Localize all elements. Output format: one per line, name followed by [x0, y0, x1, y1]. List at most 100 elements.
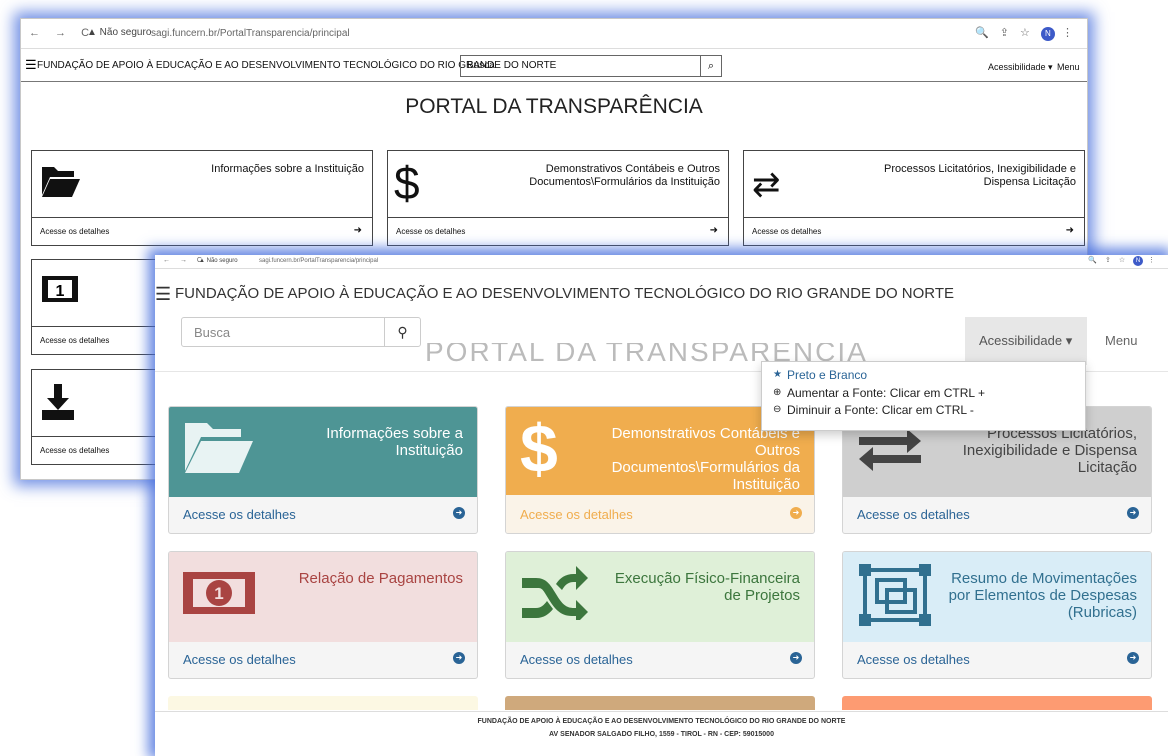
menu-item-label: Preto e Branco	[787, 368, 868, 382]
accessibility-dropdown[interactable]: Acessibilidade ▾	[988, 62, 1053, 73]
menu-item-diminuir-fonte[interactable]: ⊖ Diminuir a Fonte: Clicar em CTRL -	[773, 402, 974, 418]
random-shuffle-icon	[520, 566, 588, 625]
card-title: Demonstrativos Contábeis e Outros Docume…	[611, 425, 800, 493]
page-title: PORTAL DA TRANSPARÊNCIA	[405, 95, 703, 118]
details-link[interactable]: Acesse os detalhes	[857, 652, 970, 667]
menu-link[interactable]: Menu	[1057, 62, 1080, 72]
card-resumo[interactable]: Resumo de Movimentações por Elementos de…	[842, 551, 1152, 679]
card-footer[interactable]: Acesse os detalhes ➜	[843, 495, 1151, 533]
card-informacoes[interactable]: Informações sobre a Instituição Acesse o…	[168, 406, 478, 534]
card-title: Informações sobre a Instituição	[326, 425, 463, 459]
browser-toolbar: ← → C ▲ Não seguro sagi.funcern.br/Porta…	[21, 19, 1087, 49]
menu-item-preto-branco[interactable]: ★ Preto e Branco	[773, 367, 868, 383]
details-link[interactable]: Acesse os detalhes	[183, 507, 296, 522]
arrow-circle-icon: ➜	[453, 507, 465, 519]
card-title: Relação de Pagamentos	[298, 570, 463, 587]
card-title: Resumo de Movimentações por Elementos de…	[948, 570, 1137, 621]
card-pagamentos[interactable]: 1 Relação de Pagamentos Acesse os detalh…	[168, 551, 478, 679]
card-row3-1[interactable]	[168, 696, 478, 710]
card-footer[interactable]: Acesse os detalhes ➜	[506, 495, 814, 533]
search-icon: ⌕	[707, 60, 715, 72]
card-demonstrativos[interactable]: $ Demonstrativos Contábeis e Outros Docu…	[387, 150, 729, 246]
money-bill-icon: 1	[40, 272, 80, 314]
browser-actions[interactable]: 🔍 ⇪ ☆ N ⋮	[975, 26, 1077, 41]
footer-organization: FUNDAÇÃO DE APOIO À EDUCAÇÃO E AO DESENV…	[477, 718, 846, 725]
card-footer[interactable]: Acesse os detalhes ➜	[32, 217, 372, 245]
card-footer[interactable]: Acesse os detalhes ➜	[506, 640, 814, 678]
details-link[interactable]: Acesse os detalhes	[396, 227, 465, 236]
search-input[interactable]: Busca	[460, 55, 720, 77]
arrow-circle-icon: ➜	[453, 652, 465, 664]
folder-open-icon	[40, 163, 80, 207]
card-execucao[interactable]: Execução Físico-Financeira de Projetos A…	[505, 551, 815, 679]
card-footer[interactable]: Acesse os detalhes ➜	[744, 217, 1084, 245]
card-title: Demonstrativos Contábeis e Outros Docume…	[529, 163, 720, 188]
card-header: Resumo de Movimentações por Elementos de…	[843, 552, 1151, 642]
card-row3-3[interactable]	[842, 696, 1152, 710]
address-bar[interactable]: sagi.funcern.br/PortalTransparencia/prin…	[151, 28, 350, 39]
card-footer[interactable]: Acesse os detalhes ➜	[169, 640, 477, 678]
card-header: Execução Físico-Financeira de Projetos	[506, 552, 814, 642]
card-informacoes[interactable]: Informações sobre a Instituição Acesse o…	[31, 150, 373, 246]
card-header: Informações sobre a Instituição	[169, 407, 477, 497]
details-link[interactable]: Acesse os detalhes	[40, 336, 109, 345]
svg-text:1: 1	[214, 584, 223, 603]
browser-actions[interactable]: 🔍 ⇪ ☆ N ⋮	[1088, 256, 1158, 266]
details-link[interactable]: Acesse os detalhes	[857, 507, 970, 522]
hamburger-icon[interactable]: ☰	[155, 284, 175, 305]
object-group-icon	[857, 562, 933, 633]
dollar-icon: $	[520, 411, 558, 487]
arrow-circle-icon: ➜	[709, 225, 718, 236]
profile-avatar[interactable]: N	[1133, 256, 1144, 266]
hamburger-icon[interactable]: ☰	[25, 58, 37, 71]
browser-nav-buttons[interactable]: ← → C	[29, 27, 95, 39]
plus-circle-icon: ⊕	[773, 387, 782, 398]
accessibility-dropdown[interactable]: Acessibilidade ▾	[965, 317, 1087, 365]
dollar-icon: $	[394, 157, 420, 209]
minus-circle-icon: ⊖	[773, 404, 782, 415]
search-icon: ⚲	[397, 324, 408, 340]
arrow-circle-icon: ➜	[790, 507, 802, 519]
search-button[interactable]: ⚲	[384, 317, 421, 347]
address-bar[interactable]: sagi.funcern.br/PortalTransparencia/prin…	[259, 258, 378, 264]
security-indicator[interactable]: ▲ Não seguro	[199, 258, 238, 264]
profile-avatar[interactable]: N	[1040, 27, 1055, 41]
exchange-icon: ⇄	[752, 166, 781, 204]
money-bill-icon: 1	[183, 572, 255, 619]
card-footer[interactable]: Acesse os detalhes ➜	[843, 640, 1151, 678]
details-link[interactable]: Acesse os detalhes	[752, 227, 821, 236]
site-header: ☰ FUNDAÇÃO DE APOIO À EDUCAÇÃO E AO DESE…	[21, 50, 1087, 82]
footer-address: AV SENADOR SALGADO FILHO, 1559 - TIROL -…	[549, 731, 774, 738]
card-row3-2[interactable]	[505, 696, 815, 710]
arrow-circle-icon: ➜	[790, 652, 802, 664]
search-input[interactable]: Busca	[181, 317, 385, 347]
download-icon	[40, 382, 76, 430]
accessibility-menu: ★ Preto e Branco ⊕ Aumentar a Fonte: Clica…	[761, 361, 1086, 431]
menu-item-aumentar-fonte[interactable]: ⊕ Aumentar a Fonte: Clicar em CTRL +	[773, 385, 985, 401]
menu-link[interactable]: Menu	[1105, 333, 1138, 348]
card-footer[interactable]: Acesse os detalhes ➜	[388, 217, 728, 245]
details-link[interactable]: Acesse os detalhes	[520, 507, 633, 522]
card-header: 1 Relação de Pagamentos	[169, 552, 477, 642]
browser-toolbar: ← → C ▲ Não seguro sagi.funcern.br/Porta…	[155, 255, 1168, 269]
arrow-circle-icon: ➜	[353, 225, 362, 236]
svg-text:1: 1	[56, 283, 65, 300]
card-processos[interactable]: ⇄ Processos Licitatórios, Inexigibilidad…	[743, 150, 1085, 246]
card-footer[interactable]: Acesse os detalhes ➜	[169, 495, 477, 533]
search-button[interactable]: ⌕	[700, 55, 722, 77]
card-title: Processos Licitatórios, Inexigibilidade …	[884, 163, 1076, 188]
card-title: Informações sobre a Instituição	[211, 163, 364, 175]
foreground-browser-window: ← → C ▲ Não seguro sagi.funcern.br/Porta…	[155, 255, 1168, 756]
menu-item-label: Aumentar a Fonte: Clicar em CTRL +	[787, 386, 985, 400]
details-link[interactable]: Acesse os detalhes	[40, 227, 109, 236]
details-link[interactable]: Acesse os detalhes	[40, 446, 109, 455]
arrow-circle-icon: ➜	[1127, 507, 1139, 519]
details-link[interactable]: Acesse os detalhes	[183, 652, 296, 667]
folder-open-icon	[181, 417, 255, 482]
site-header: ☰ FUNDAÇÃO DE APOIO À EDUCAÇÃO E AO DESEN…	[155, 284, 954, 305]
card-title: Processos Licitatórios, Inexigibilidade …	[962, 425, 1137, 476]
menu-item-label: Diminuir a Fonte: Clicar em CTRL -	[787, 403, 974, 417]
security-indicator[interactable]: ▲ Não seguro	[87, 27, 151, 38]
details-link[interactable]: Acesse os detalhes	[520, 652, 633, 667]
star-icon: ★	[773, 369, 782, 380]
